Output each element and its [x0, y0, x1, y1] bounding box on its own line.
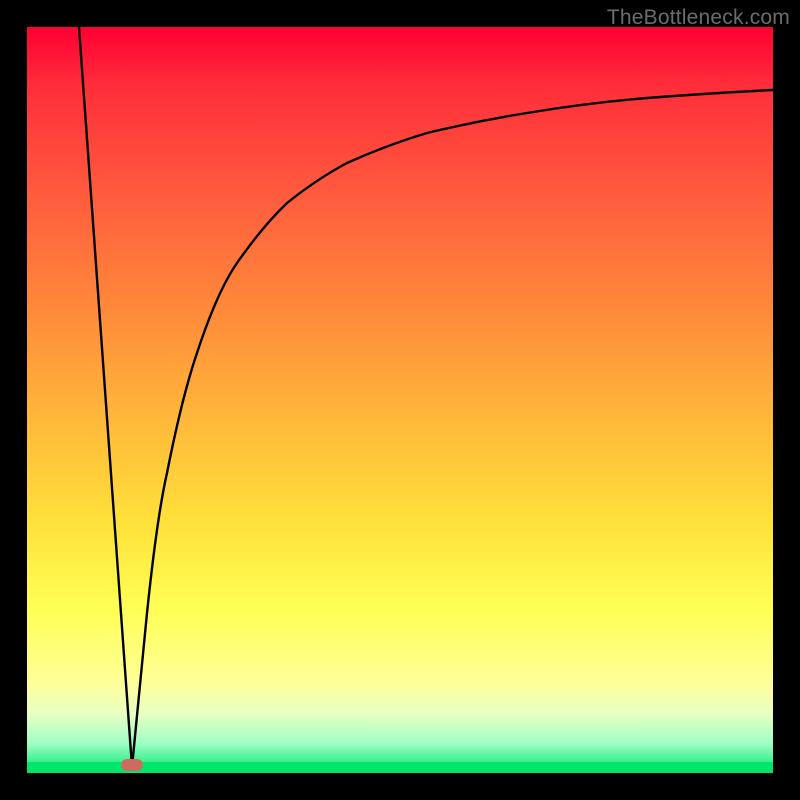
optimum-marker [121, 759, 143, 771]
plot-area [27, 27, 773, 773]
curve-svg [27, 27, 773, 773]
right-branch-path [132, 90, 773, 767]
left-branch-path [79, 27, 132, 767]
watermark-text: TheBottleneck.com [607, 6, 790, 30]
